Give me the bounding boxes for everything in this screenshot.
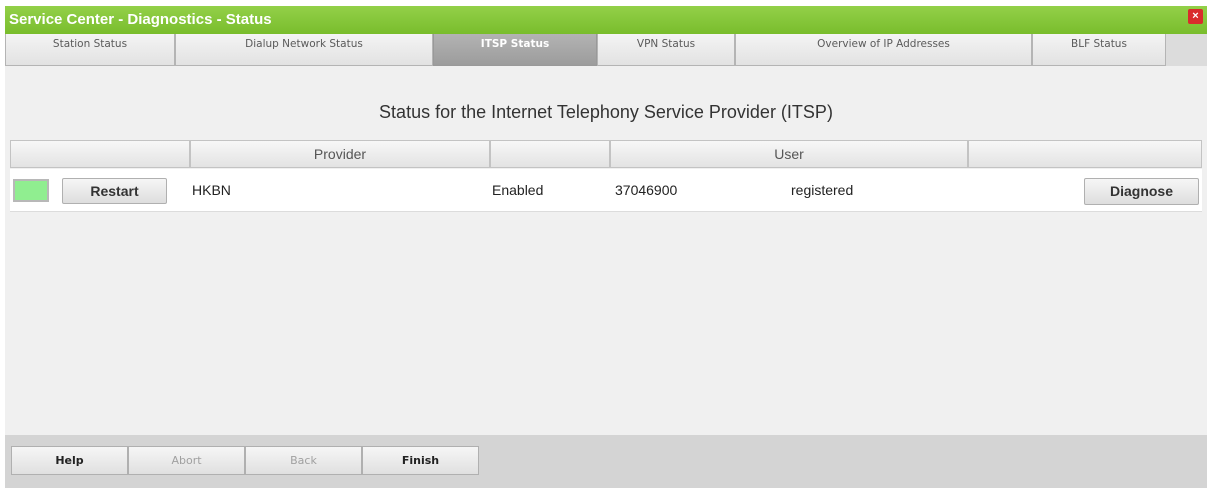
registration-status: registered [791,182,854,198]
window-titlebar: Service Center - Diagnostics - Status × [5,6,1207,34]
status-indicator [13,179,49,202]
tab-vpn-status[interactable]: VPN Status [597,34,735,66]
finish-button[interactable]: Finish [362,446,479,475]
abort-button[interactable]: Abort [128,446,245,475]
tab-station-status[interactable]: Station Status [5,34,175,66]
restart-button[interactable]: Restart [62,178,167,204]
tab-bar: Station Status Dialup Network Status ITS… [5,34,1207,66]
tab-dialup-network-status[interactable]: Dialup Network Status [175,34,433,66]
diagnose-button[interactable]: Diagnose [1084,178,1199,205]
back-button[interactable]: Back [245,446,362,475]
footer-toolbar: Help Abort Back Finish [5,435,1207,488]
table-header: Provider User [10,140,1202,168]
column-header-user: User [610,140,968,168]
help-button[interactable]: Help [11,446,128,475]
column-header-state [490,140,610,168]
column-header-provider: Provider [190,140,490,168]
column-header-status [10,140,190,168]
column-header-actions [968,140,1202,168]
user-number: 37046900 [615,182,678,198]
provider-name: HKBN [192,182,231,198]
page-title: Status for the Internet Telephony Servic… [379,102,833,122]
tab-blf-status[interactable]: BLF Status [1032,34,1166,66]
window-title: Service Center - Diagnostics - Status [9,11,272,28]
provider-state: Enabled [492,182,544,198]
tab-overview-ip-addresses[interactable]: Overview of IP Addresses [735,34,1032,66]
main-content: Status for the Internet Telephony Servic… [5,66,1207,435]
table-row: Restart HKBN Enabled 37046900 registered… [10,169,1202,212]
tab-itsp-status[interactable]: ITSP Status [433,34,597,66]
close-icon[interactable]: × [1188,9,1203,24]
